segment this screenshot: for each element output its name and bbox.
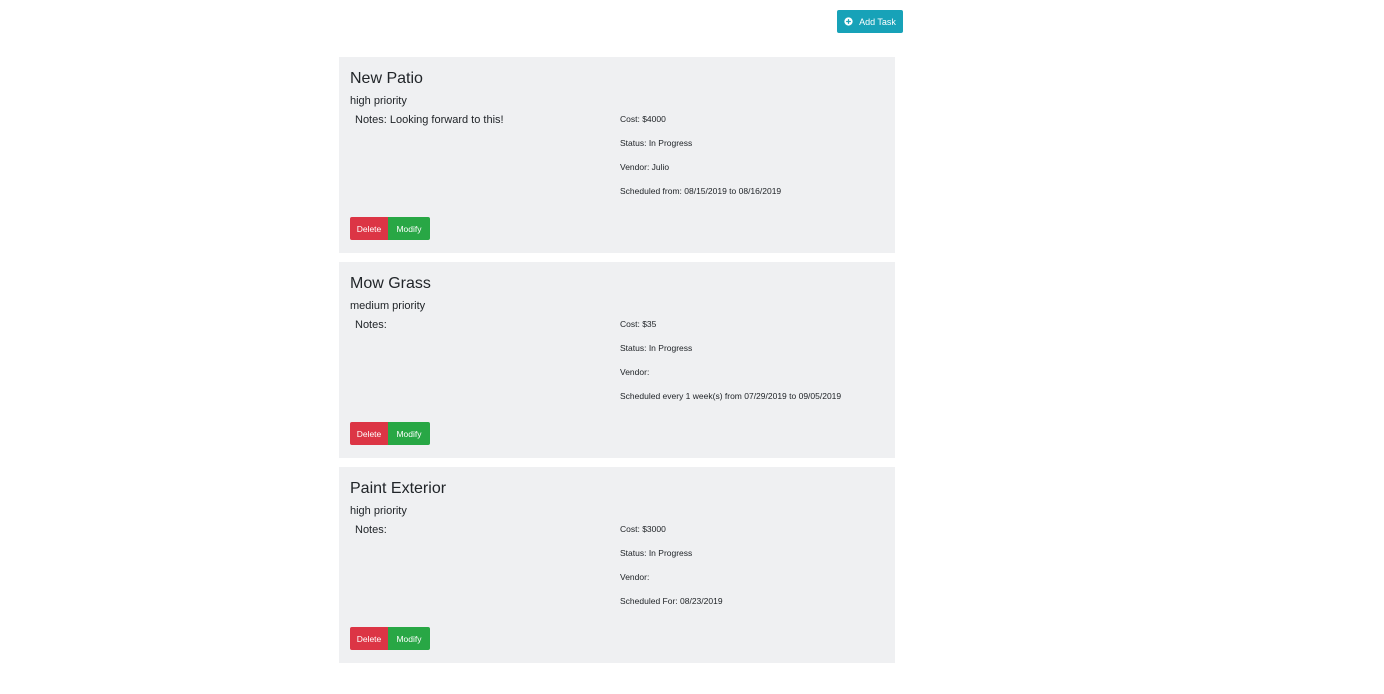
modify-button[interactable]: Modify [388,627,430,650]
task-notes: Notes: [355,524,387,536]
modify-button[interactable]: Modify [388,422,430,445]
task-schedule: Scheduled For: 08/23/2019 [620,596,723,606]
task-details: Cost: $35 Status: In Progress Vendor: Sc… [620,319,841,415]
modify-button[interactable]: Modify [388,217,430,240]
task-vendor: Vendor: [620,367,650,377]
task-list: New Patio high priority Notes: Looking f… [339,57,895,672]
task-card: Paint Exterior high priority Notes: Cost… [339,467,895,663]
task-actions: Delete Modify [350,217,430,240]
add-task-label: Add Task [859,16,896,27]
task-priority: medium priority [350,300,426,312]
task-priority: high priority [350,505,407,517]
task-card: Mow Grass medium priority Notes: Cost: $… [339,262,895,458]
task-vendor: Vendor: [620,572,650,582]
delete-button[interactable]: Delete [350,422,388,445]
task-status: Status: In Progress [620,548,693,558]
task-vendor: Vendor: Julio [620,162,670,172]
plus-circle-icon [844,17,853,26]
task-card: New Patio high priority Notes: Looking f… [339,57,895,253]
task-status: Status: In Progress [620,138,693,148]
task-actions: Delete Modify [350,627,430,650]
delete-button[interactable]: Delete [350,217,388,240]
add-task-button[interactable]: Add Task [837,10,903,33]
task-status: Status: In Progress [620,343,693,353]
task-cost: Cost: $35 [620,319,657,329]
task-notes: Notes: [355,319,387,331]
task-cost: Cost: $3000 [620,524,666,534]
task-title: Mow Grass [350,275,431,292]
task-priority: high priority [350,95,407,107]
task-notes: Notes: Looking forward to this! [355,114,504,126]
task-title: Paint Exterior [350,480,447,497]
task-actions: Delete Modify [350,422,430,445]
task-details: Cost: $3000 Status: In Progress Vendor: … [620,524,723,620]
task-cost: Cost: $4000 [620,114,666,124]
task-schedule: Scheduled every 1 week(s) from 07/29/201… [620,391,842,401]
task-schedule: Scheduled from: 08/15/2019 to 08/16/2019 [620,186,782,196]
task-title: New Patio [350,70,423,87]
page: Add Task New Patio high priority Notes: … [0,0,1384,694]
delete-button[interactable]: Delete [350,627,388,650]
task-details: Cost: $4000 Status: In Progress Vendor: … [620,114,781,210]
